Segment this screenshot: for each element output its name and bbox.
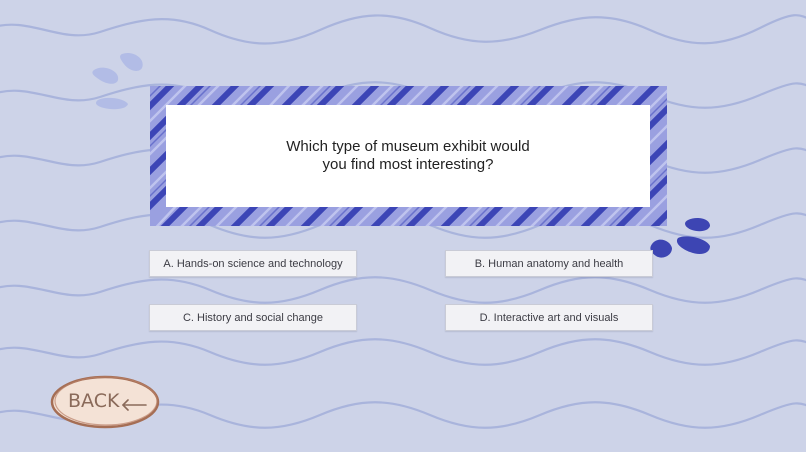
back-button[interactable]: BACK [50,374,162,430]
splash-decoration-light [92,52,143,110]
answer-c-label: C. History and social change [182,311,323,324]
left-arrow-icon [122,399,147,411]
splash-decoration-dark [650,218,710,258]
answer-b-label: B. Human anatomy and health [474,257,624,270]
question-text: Which type of museum exhibit would you f… [286,138,530,173]
back-label: BACK [68,390,120,412]
answer-a-button[interactable]: A. Hands-on science and technology [149,250,357,277]
answer-c-button[interactable]: C. History and social change [149,304,357,331]
answer-d-label: D. Interactive art and visuals [479,311,619,324]
question-card: Which type of museum exhibit would you f… [166,105,650,207]
answer-a-label: A. Hands-on science and technology [163,257,343,270]
answer-b-button[interactable]: B. Human anatomy and health [445,250,653,277]
answer-d-button[interactable]: D. Interactive art and visuals [445,304,653,331]
